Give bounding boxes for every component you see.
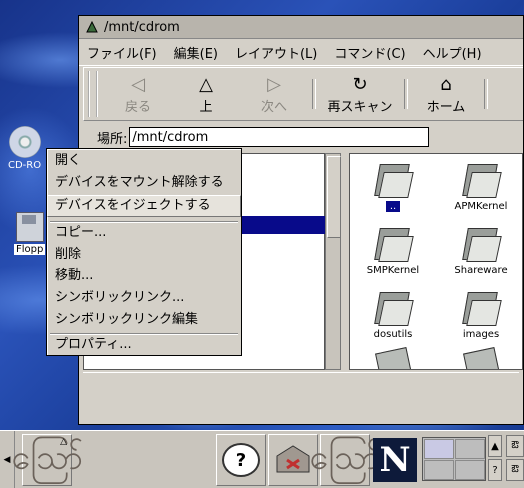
menu-item-symlink[interactable]: シンボリックリンク... [55, 288, 184, 308]
file-item-dosutils[interactable]: dosutils [350, 290, 436, 340]
toolbar-separator-2 [404, 79, 408, 109]
back-button[interactable]: ◁ 戻る [104, 74, 172, 115]
up-label: 上 [199, 99, 213, 115]
up-button[interactable]: △ 上 [172, 74, 240, 115]
netscape-icon: N [373, 438, 417, 482]
tasklist-button-2[interactable]: ఔ [506, 459, 524, 481]
workspace-2[interactable] [455, 439, 485, 459]
netscape-launcher[interactable]: N [370, 434, 420, 486]
menu-item-move[interactable]: 移動... [55, 266, 93, 286]
forward-arrow-icon: ▷ [267, 73, 281, 95]
menu-command[interactable]: コマンド(C) [326, 43, 414, 62]
home-label: ホーム [426, 99, 466, 115]
tasklist-button-1[interactable]: ఔ [506, 435, 524, 457]
folder-icon [461, 162, 502, 198]
menu-file[interactable]: ファイル(F) [79, 43, 166, 62]
rescan-button[interactable]: ↻ 再スキャン [320, 74, 400, 115]
file-item-label: Shareware [454, 265, 508, 276]
folder-icon [461, 290, 502, 326]
menu-up-arrow-icon: △ [60, 437, 67, 447]
terminal-launcher[interactable]: ဪ [309, 434, 381, 486]
window-title: /mnt/cdrom [104, 19, 180, 35]
help-icon: ? [222, 443, 260, 477]
toolbar: ◁ 戻る △ 上 ▷ 次へ ↻ 再スキャン ⌂ ホーム [83, 67, 523, 121]
file-item-apmkernel[interactable]: APMKernel [438, 162, 522, 212]
home-icon: ⌂ [440, 73, 452, 95]
workspace-4[interactable] [455, 460, 485, 480]
gnome-panel: ◀ ဪ △ ? ဪ N ▲ ? ఔ ఔ [0, 430, 524, 488]
tree-scrollbar[interactable] [325, 153, 341, 370]
menu-edit[interactable]: 編集(E) [166, 43, 227, 62]
file-item-label: SMPKernel [366, 265, 420, 276]
cdrom-icon [8, 126, 41, 158]
cdrom-icon-label: CD-RO [8, 160, 42, 171]
location-label: 場所: [97, 131, 128, 147]
file-item-label: dosutils [373, 329, 413, 340]
pager-help-button[interactable]: ? [488, 459, 502, 481]
pager-up-button[interactable]: ▲ [488, 435, 502, 457]
file-item-shareware[interactable]: Shareware [438, 226, 522, 276]
file-item-parent[interactable]: .. [350, 162, 436, 212]
folder-icon [373, 226, 414, 262]
title-bar[interactable]: /mnt/cdrom [79, 16, 523, 39]
floppy-icon [15, 212, 44, 242]
file-item-label: .. [385, 201, 401, 212]
main-menu-button[interactable]: ဪ △ [11, 434, 83, 486]
up-arrow-icon: △ [199, 73, 213, 95]
floppy-desktop-icon[interactable]: Flopp [14, 212, 46, 255]
window-menu-icon[interactable] [84, 19, 100, 35]
cdrom-desktop-icon[interactable]: CD-RO [8, 126, 41, 171]
gnome-foot-icon: ဪ [11, 437, 83, 478]
menu-item-copy[interactable]: コピー... [55, 223, 106, 243]
file-icon-view[interactable]: .. APMKernel SMPKernel Shareware dosutil… [349, 153, 523, 370]
workspace-1[interactable] [424, 439, 454, 459]
toolbar-separator [312, 79, 316, 109]
location-bar: 場所: [83, 124, 523, 150]
forward-button[interactable]: ▷ 次へ [240, 74, 308, 115]
workspace-pager[interactable] [422, 437, 486, 481]
toolbar-separator-3 [484, 79, 488, 109]
context-menu: 開く デバイスをマウント解除する デバイスをイジェクトする コピー... 削除 … [46, 148, 242, 356]
workspace-3[interactable] [424, 460, 454, 480]
file-item-smpkernel[interactable]: SMPKernel [350, 226, 436, 276]
folder-icon [461, 226, 502, 262]
file-item-images[interactable]: images [438, 290, 522, 340]
menu-bar: ファイル(F) 編集(E) レイアウト(L) コマンド(C) ヘルプ(H) [79, 39, 523, 66]
document-icon [375, 347, 413, 369]
folder-icon [373, 162, 414, 198]
document-icon [463, 347, 501, 369]
menu-item-unmount[interactable]: デバイスをマウント解除する [55, 173, 224, 193]
menu-item-properties[interactable]: プロパティ... [55, 335, 132, 355]
toolbox-icon [276, 445, 310, 473]
toolbar-grip[interactable] [88, 71, 98, 117]
location-input[interactable] [129, 127, 430, 147]
menu-item-delete[interactable]: 削除 [55, 245, 81, 265]
refresh-icon: ↻ [352, 73, 368, 95]
floppy-icon-label: Flopp [14, 244, 46, 255]
menu-help[interactable]: ヘルプ(H) [415, 43, 491, 62]
back-arrow-icon: ◁ [131, 73, 145, 95]
help-launcher[interactable]: ? [216, 434, 266, 486]
menu-item-symlink-edit[interactable]: シンボリックリンク編集 [55, 310, 198, 330]
status-area [83, 372, 519, 399]
menu-item-eject[interactable]: デバイスをイジェクトする [55, 196, 211, 216]
back-label: 戻る [124, 99, 151, 115]
rescan-label: 再スキャン [327, 99, 393, 115]
folder-icon [373, 290, 414, 326]
tree-scrollbar-thumb[interactable] [327, 156, 341, 238]
menu-layout[interactable]: レイアウト(L) [227, 43, 326, 62]
file-item-label: APMKernel [454, 201, 508, 212]
menu-item-open[interactable]: 開く [55, 151, 81, 171]
forward-label: 次へ [260, 99, 287, 115]
file-item-label: images [462, 329, 500, 340]
home-button[interactable]: ⌂ ホーム [412, 74, 480, 115]
